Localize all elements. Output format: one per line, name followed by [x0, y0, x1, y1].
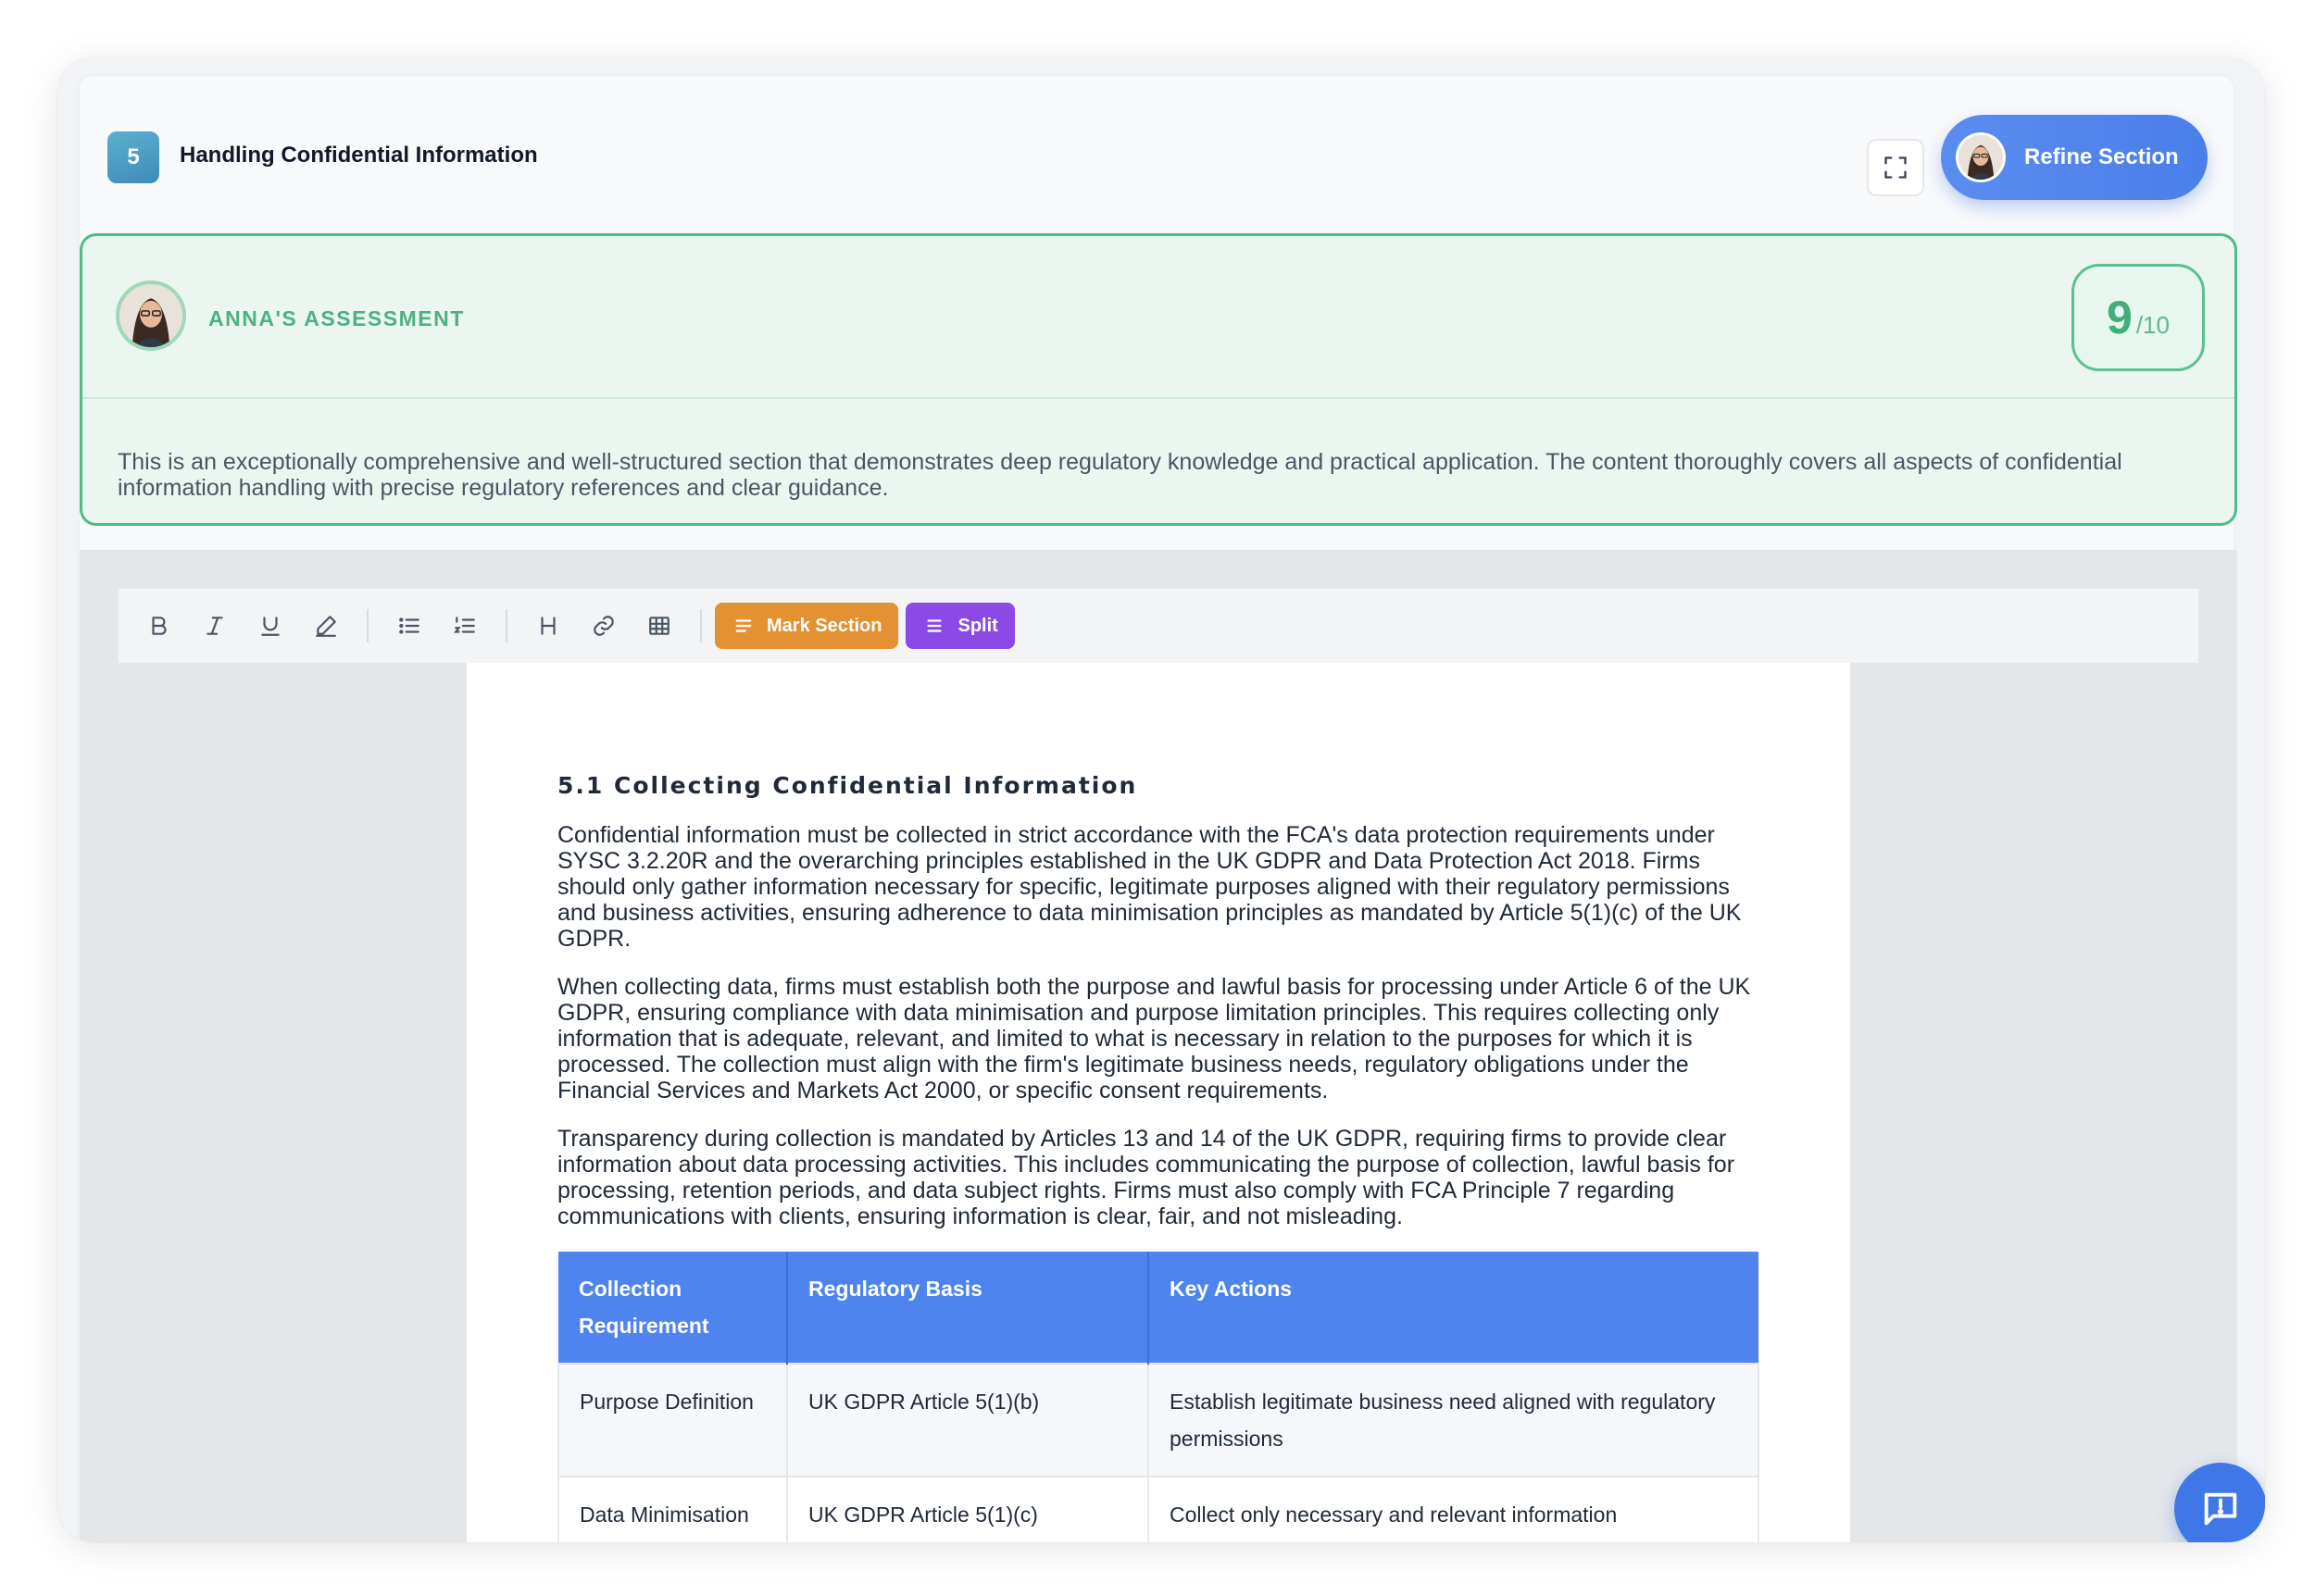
expand-icon: [1884, 156, 1907, 179]
table-button[interactable]: [632, 598, 687, 654]
toolbar-divider: [506, 609, 507, 642]
regulatory-table: Collection Requirement Regulatory Basis …: [557, 1252, 1759, 1542]
feedback-chat-button[interactable]: [2174, 1463, 2265, 1542]
table-cell: UK GDPR Article 5(1)(b): [786, 1363, 1149, 1478]
document-paragraph: Transparency during collection is mandat…: [557, 1126, 1735, 1229]
link-button[interactable]: [576, 598, 632, 654]
italic-icon: [206, 617, 223, 635]
numbered-list-button[interactable]: [437, 598, 493, 654]
assessment-header: ANNA'S ASSESSMENT 9 /10: [82, 236, 2234, 399]
split-label: Split: [957, 615, 998, 636]
avatar: [1956, 132, 2006, 182]
document-page[interactable]: 5.1 Collecting Confidential Information …: [467, 663, 1850, 1542]
heading-button[interactable]: [520, 598, 576, 654]
mark-section-button[interactable]: Mark Section: [715, 603, 899, 649]
section-card: 5 Handling Confidential Information Refi…: [78, 74, 2237, 1542]
document-paragraph: Confidential information must be collect…: [557, 822, 1742, 952]
split-icon: [927, 619, 943, 632]
chat-alert-icon: [2204, 1492, 2237, 1526]
table-cell: UK GDPR Article 5(1)(c): [786, 1476, 1149, 1542]
bullet-list-button[interactable]: [382, 598, 437, 654]
section-title: Handling Confidential Information: [180, 143, 538, 168]
table-header-cell: Key Actions: [1148, 1252, 1758, 1364]
assessment-text: This is an exceptionally comprehensive a…: [118, 449, 2122, 501]
score-value: 9: [2107, 292, 2133, 343]
app-window: 5 Handling Confidential Information Refi…: [57, 57, 2265, 1542]
table-header-row: Collection Requirement Regulatory Basis …: [558, 1252, 1758, 1364]
score-max: /10: [2135, 311, 2170, 339]
mark-section-icon: [735, 619, 752, 632]
bold-button[interactable]: [131, 598, 187, 654]
document-paragraph: When collecting data, firms must establi…: [557, 974, 1751, 1103]
editor-toolbar: Mark Section Split: [119, 589, 2198, 663]
toolbar-divider: [367, 609, 369, 642]
toolbar-divider: [700, 609, 702, 642]
table-header-cell: Regulatory Basis: [787, 1252, 1149, 1364]
table-cell: Collect only necessary and relevant info…: [1147, 1476, 1759, 1542]
refine-section-label: Refine Section: [2024, 144, 2179, 169]
numbered-list-icon: [454, 617, 475, 633]
assessor-avatar: [116, 281, 186, 351]
bold-icon: [152, 617, 167, 635]
section-number-badge: 5: [107, 131, 159, 183]
table-cell: Data Minimisation: [557, 1476, 788, 1542]
table-header-cell: Collection Requirement: [558, 1252, 788, 1364]
italic-button[interactable]: [187, 598, 243, 654]
highlight-icon: [316, 616, 336, 637]
split-button[interactable]: Split: [906, 603, 1015, 649]
mark-section-label: Mark Section: [767, 615, 882, 636]
heading-icon: [541, 617, 556, 635]
table-row: Data Minimisation UK GDPR Article 5(1)(c…: [557, 1476, 1759, 1542]
underline-icon: [261, 617, 280, 636]
table-row: Purpose Definition UK GDPR Article 5(1)(…: [557, 1363, 1759, 1478]
score-badge: 9 /10: [2071, 264, 2205, 371]
highlight-button[interactable]: [298, 598, 354, 654]
assessment-panel: ANNA'S ASSESSMENT 9 /10 This is an excep…: [80, 233, 2237, 526]
underline-button[interactable]: [243, 598, 298, 654]
table-cell: Purpose Definition: [557, 1363, 788, 1478]
expand-button[interactable]: [1867, 139, 1924, 196]
refine-section-button[interactable]: Refine Section: [1941, 115, 2208, 200]
assessment-label: ANNA'S ASSESSMENT: [208, 306, 465, 330]
table-cell: Establish legitimate business need align…: [1147, 1363, 1759, 1478]
editor-area: Mark Section Split 5.1 Collecting Confid…: [80, 550, 2237, 1542]
bullet-list-icon: [399, 617, 419, 634]
table-icon: [649, 617, 669, 635]
document-heading: 5.1 Collecting Confidential Information: [557, 772, 1138, 799]
link-icon: [594, 616, 614, 636]
section-header: 5 Handling Confidential Information Refi…: [80, 76, 2234, 233]
